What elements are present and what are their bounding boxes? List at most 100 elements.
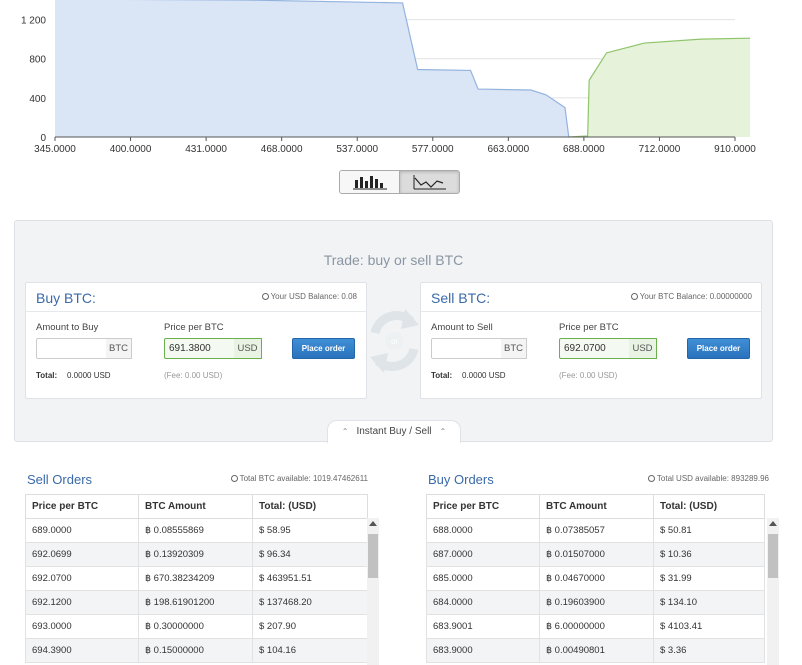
swap-arrows-icon: or [370, 309, 419, 373]
total-cell: $ 137468.20 [252, 590, 368, 615]
sell-orders-title: Sell Orders [27, 472, 93, 487]
table-row[interactable]: 692.0699 ฿ 0.13920309 $ 96.34 [25, 542, 368, 567]
buy-price-unit: USD [234, 338, 262, 359]
column-header[interactable]: Total: (USD) [252, 494, 368, 519]
chevron-up-icon: ⌃ [341, 427, 349, 436]
table-row[interactable]: 689.0000 ฿ 0.08555869 $ 58.95 [25, 518, 368, 543]
column-header[interactable]: BTC Amount [539, 494, 654, 519]
buy-box: Buy BTC: Your USD Balance: 0.08 Amount t… [25, 282, 367, 399]
buy-price-input[interactable] [164, 338, 235, 359]
table-row[interactable]: 683.9000 ฿ 0.00490801 $ 3.36 [426, 638, 765, 663]
clock-icon [647, 475, 655, 482]
amount-cell: ฿ 0.13920309 [138, 542, 253, 567]
sell-amount-unit: BTC [501, 338, 527, 359]
price-cell: 683.9001 [426, 614, 540, 639]
amount-cell: ฿ 198.61901200 [138, 590, 253, 615]
instant-tab-label: Instant Buy / Sell [356, 426, 432, 437]
sell-total-value: 0.0000 USD [462, 371, 506, 380]
scroll-thumb[interactable] [768, 534, 778, 578]
x-tick-label: 345.0000 [34, 144, 76, 155]
bar-chart-icon[interactable] [340, 171, 400, 193]
sell-orders-table: Price per BTC BTC Amount Total: (USD) 68… [25, 494, 368, 663]
table-row[interactable]: 692.1200 ฿ 198.61901200 $ 137468.20 [25, 590, 368, 615]
depth-chart-svg: 1 200 800 400 0345.0000 400.0000 431.0000 468.… [21, 0, 756, 155]
buy-orders-title: Buy Orders [428, 472, 494, 487]
total-cell: $ 3.36 [653, 638, 765, 663]
scroll-thumb[interactable] [368, 534, 378, 578]
amount-cell: ฿ 0.08555869 [138, 518, 253, 543]
x-tick-label: 712.0000 [639, 144, 681, 155]
amount-to-buy-label: Amount to Buy [36, 322, 99, 333]
total-cell: $ 96.34 [252, 542, 368, 567]
price-cell: 685.0000 [426, 566, 540, 591]
amount-cell: ฿ 0.15000000 [138, 638, 253, 663]
depth-chart: 1 200 800 400 0 345.0000 400.0000 431.0000 468.… [0, 0, 802, 160]
table-row[interactable]: 684.0000 ฿ 0.19603900 $ 134.10 [426, 590, 765, 615]
amount-cell: ฿ 670.38234209 [138, 566, 253, 591]
price-cell: 688.0000 [426, 518, 540, 543]
btc-balance: Your BTC Balance: 0.00000000 [630, 292, 752, 301]
sell-total-label: Total: [431, 371, 453, 380]
buy-title: Buy BTC: [36, 290, 96, 306]
total-cell: $ 463951.51 [252, 566, 368, 591]
total-cell: $ 31.99 [653, 566, 765, 591]
scroll-up-arrow-icon[interactable] [369, 521, 377, 526]
sell-place-order-button[interactable]: Place order [687, 338, 750, 359]
instant-buy-sell-tab[interactable]: ⌃ Instant Buy / Sell ⌃ [327, 420, 461, 443]
x-tick-label: 431.0000 [185, 144, 227, 155]
column-header[interactable]: Price per BTC [426, 494, 540, 519]
table-row[interactable]: 683.9001 ฿ 6.00000000 $ 4103.41 [426, 614, 765, 639]
amount-to-sell-input[interactable] [431, 338, 502, 359]
y-tick-label: 1 200 [21, 16, 46, 27]
sell-box: Sell BTC: Your BTC Balance: 0.00000000 A… [420, 282, 762, 399]
chart-type-toggle[interactable] [339, 170, 460, 194]
btc-balance-text: Your BTC Balance: 0.00000000 [639, 292, 752, 301]
amount-cell: ฿ 0.19603900 [539, 590, 654, 615]
price-cell: 692.1200 [25, 590, 139, 615]
total-cell: $ 134.10 [653, 590, 765, 615]
sell-title: Sell BTC: [431, 290, 491, 306]
line-chart-icon[interactable] [400, 171, 459, 193]
total-cell: $ 4103.41 [653, 614, 765, 639]
sell-orders-scrollbar[interactable] [367, 518, 379, 665]
column-header[interactable]: BTC Amount [138, 494, 253, 519]
trade-heading: Trade: buy or sell BTC [323, 252, 464, 268]
usd-available: Total USD available: 893289.96 [647, 474, 769, 483]
amount-cell: ฿ 0.01507000 [539, 542, 654, 567]
amount-to-sell-label: Amount to Sell [431, 322, 493, 333]
buy-orders-table: Price per BTC BTC Amount Total: (USD) 68… [426, 494, 765, 663]
bids-area [55, 0, 569, 137]
buy-total-value: 0.0000 USD [67, 371, 111, 380]
clock-icon [261, 293, 269, 300]
amount-cell: ฿ 0.00490801 [539, 638, 654, 663]
buy-orders-scrollbar[interactable] [767, 518, 779, 665]
buy-box-header: Buy BTC: Your USD Balance: 0.08 [26, 283, 366, 312]
column-header[interactable]: Total: (USD) [653, 494, 765, 519]
table-row[interactable]: 688.0000 ฿ 0.07385057 $ 50.81 [426, 518, 765, 543]
price-cell: 684.0000 [426, 590, 540, 615]
or-label: or [391, 337, 398, 346]
usd-balance: Your USD Balance: 0.08 [261, 292, 357, 301]
total-cell: $ 104.16 [252, 638, 368, 663]
total-cell: $ 207.90 [252, 614, 368, 639]
buy-place-order-button[interactable]: Place order [292, 338, 355, 359]
usd-balance-text: Your USD Balance: 0.08 [270, 292, 357, 301]
table-row[interactable]: 685.0000 ฿ 0.04670000 $ 31.99 [426, 566, 765, 591]
table-row[interactable]: 694.3900 ฿ 0.15000000 $ 104.16 [25, 638, 368, 663]
sell-price-label: Price per BTC [559, 322, 619, 333]
scroll-up-arrow-icon[interactable] [769, 521, 777, 526]
total-cell: $ 58.95 [252, 518, 368, 543]
table-row[interactable]: 693.0000 ฿ 0.30000000 $ 207.90 [25, 614, 368, 639]
table-row[interactable]: 692.0700 ฿ 670.38234209 $ 463951.51 [25, 566, 368, 591]
amount-cell: ฿ 0.07385057 [539, 518, 654, 543]
amount-to-buy-input[interactable] [36, 338, 107, 359]
amount-cell: ฿ 0.04670000 [539, 566, 654, 591]
table-row[interactable]: 687.0000 ฿ 0.01507000 $ 10.36 [426, 542, 765, 567]
price-cell: 689.0000 [25, 518, 139, 543]
sell-price-input[interactable] [559, 338, 630, 359]
sell-box-header: Sell BTC: Your BTC Balance: 0.00000000 [421, 283, 761, 312]
price-cell: 683.9000 [426, 638, 540, 663]
column-header[interactable]: Price per BTC [25, 494, 139, 519]
chevron-up-icon: ⌃ [439, 427, 447, 436]
x-tick-label: 468.0000 [261, 144, 303, 155]
